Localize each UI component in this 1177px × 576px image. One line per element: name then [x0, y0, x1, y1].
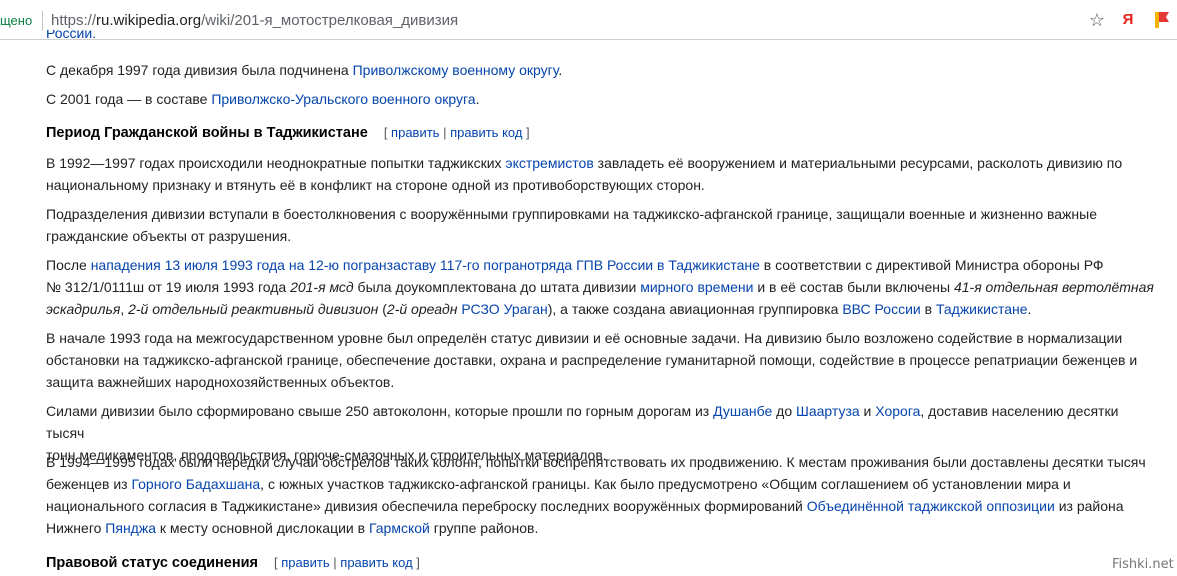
text: беженцев из — [46, 476, 132, 492]
link-panj[interactable]: Пянджа — [105, 520, 156, 536]
separator: | — [329, 555, 341, 570]
text: и — [859, 403, 876, 419]
italic-text: 2-й ореадн — [386, 301, 458, 317]
text: Нижнего — [46, 520, 106, 536]
text: . — [475, 91, 480, 107]
link-peacetime[interactable]: мирного времени — [640, 279, 753, 295]
text: в соответствии с директивой Министра обо… — [759, 257, 1104, 273]
link-russia[interactable]: России. — [46, 30, 96, 41]
text: С декабря 1997 года дивизия была подчине… — [46, 62, 353, 78]
paragraph-units: Подразделения дивизии вступали в боестол… — [46, 203, 1158, 247]
url-domain: ru.wikipedia.org — [96, 12, 202, 29]
text: В 1994—1995 годах были нередки случаи об… — [46, 454, 1146, 470]
paragraph-1992-1997: В 1992—1997 годах происходили неоднократ… — [46, 152, 1158, 196]
link-volga-ural-district[interactable]: Приволжско-Уральского военного округа — [211, 91, 475, 107]
bookmark-flag-icon[interactable] — [1150, 9, 1172, 31]
text: завладеть её вооружением и материальными… — [593, 155, 1123, 171]
link-garm[interactable]: Гармской — [369, 520, 430, 536]
text: обстановки на таджикско-афганской границ… — [46, 352, 1138, 368]
text: гражданские объекты от разрушения. — [46, 228, 292, 244]
watermark: Fishki.net — [1112, 557, 1174, 572]
text: После — [46, 257, 91, 273]
link-dushanbe[interactable]: Душанбе — [713, 403, 772, 419]
bracket: [ — [383, 125, 392, 140]
paragraph-attack-1993: После нападения 13 июля 1993 года на 12-… — [46, 254, 1158, 320]
link-gorno-badakhshan[interactable]: Горного Бадахшана — [131, 476, 260, 492]
text: национального согласия в Таджикистане» д… — [46, 498, 807, 514]
text: была доукомплектована до штата дивизии — [353, 279, 641, 295]
text: . — [1027, 301, 1032, 317]
edit-links: [ править | править код ] — [384, 125, 530, 140]
edit-source-link[interactable]: править код — [340, 555, 412, 570]
section-title: Правовой статус соединения — [46, 555, 258, 571]
link-extremists[interactable]: экстремистов — [505, 155, 593, 171]
separator: | — [439, 125, 451, 140]
link-russian-air-force[interactable]: ВВС России — [842, 301, 920, 317]
address-bar[interactable]: https://ru.wikipedia.org/wiki/201-я_мото… — [51, 11, 458, 31]
url-scheme: https:// — [51, 12, 97, 29]
link-volga-district[interactable]: Приволжскому военному округу — [353, 62, 559, 78]
text: из района — [1054, 498, 1124, 514]
paragraph-2001: С 2001 года — в составе Приволжско-Ураль… — [46, 88, 1158, 110]
section-heading-legal-status: Правовой статус соединения [ править | п… — [46, 555, 420, 571]
text: . — [558, 62, 563, 78]
text: группе районов. — [429, 520, 539, 536]
link-shaartuz[interactable]: Шаартуза — [796, 403, 860, 419]
text: Подразделения дивизии вступали в боестол… — [46, 206, 1098, 222]
italic-text: 2-й отдельный реактивный дивизион — [128, 301, 379, 317]
link-attack-july-1993[interactable]: нападения 13 июля 1993 года на 12-ю погр… — [91, 257, 760, 273]
bracket: ] — [522, 125, 530, 140]
secure-indicator[interactable]: щено — [0, 11, 44, 31]
url-path: /wiki/201-я_мотострелковая_дивизия — [201, 12, 459, 29]
link-khorog[interactable]: Хорога — [875, 403, 920, 419]
text: , с южных участков таджикско-афганской г… — [260, 476, 1071, 492]
text: ( — [378, 301, 387, 317]
text: , — [120, 301, 129, 317]
text: С 2001 года — в составе — [46, 91, 212, 107]
text: В начале 1993 года на межгосударственном… — [46, 330, 1123, 346]
edit-section-link[interactable]: править — [391, 125, 439, 140]
edit-source-link[interactable]: править код — [450, 125, 522, 140]
bracket: ] — [412, 555, 420, 570]
text: к месту основной дислокации в — [156, 520, 369, 536]
link-united-tajik-opposition[interactable]: Объединённой таджикской оппозиции — [807, 498, 1055, 514]
paragraph-fragment: России. — [46, 30, 1158, 48]
text: и в её состав были включены — [753, 279, 954, 295]
paragraph-early-1993: В начале 1993 года на межгосударственном… — [46, 327, 1158, 393]
link-uragan[interactable]: РСЗО Ураган — [461, 301, 547, 317]
text: в — [920, 301, 936, 317]
text: № 312/1/0111ш от 19 июля 1993 года — [46, 279, 291, 295]
link-tajikistan[interactable]: Таджикистане — [936, 301, 1028, 317]
yandex-extension-button[interactable]: Я — [1119, 9, 1137, 31]
paragraph-1994-1995: В 1994—1995 годах были нередки случаи об… — [46, 451, 1158, 539]
text: ), а также создана авиационная группиров… — [547, 301, 843, 317]
italic-text: 41-я отдельная вертолётная — [953, 279, 1154, 295]
text: национальному признаку и втянуть её в ко… — [46, 177, 705, 193]
italic-text: 201-я мсд — [290, 279, 354, 295]
edit-section-link[interactable]: править — [281, 555, 329, 570]
text: до — [772, 403, 797, 419]
section-heading-civil-war: Период Гражданской войны в Таджикистане … — [46, 125, 530, 141]
section-title: Период Гражданской войны в Таджикистане — [46, 125, 368, 141]
text: Силами дивизии было сформировано свыше 2… — [46, 403, 714, 419]
text: защита важнейших народнохозяйственных об… — [46, 374, 395, 390]
star-icon[interactable]: ☆ — [1088, 9, 1106, 31]
edit-links: [ править | править код ] — [274, 555, 420, 570]
italic-text: эскадрилья — [46, 301, 121, 317]
text: В 1992—1997 годах происходили неоднократ… — [46, 155, 506, 171]
paragraph-dec-1997: С декабря 1997 года дивизия была подчине… — [46, 59, 1158, 81]
